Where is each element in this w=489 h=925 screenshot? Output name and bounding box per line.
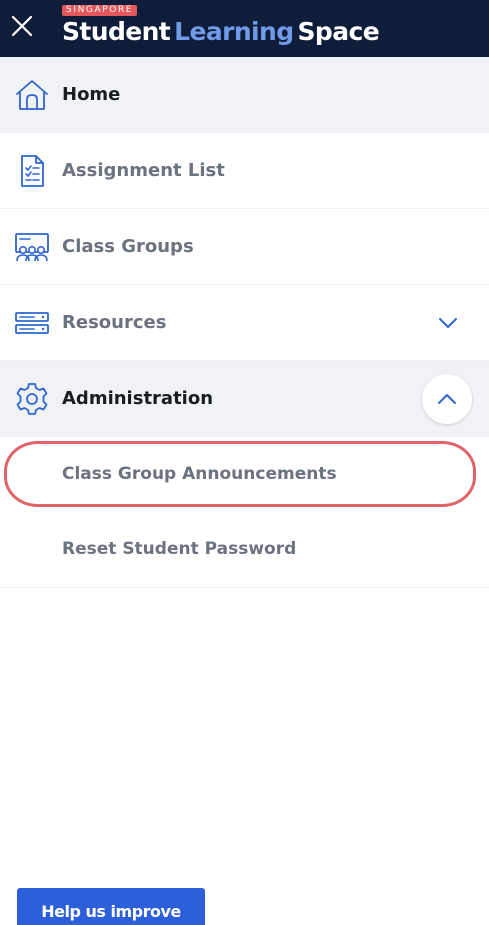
help-us-improve-button[interactable]: Help us improve bbox=[17, 888, 205, 925]
nav-item-class-groups[interactable]: Class Groups bbox=[0, 209, 489, 285]
close-menu-button[interactable] bbox=[8, 12, 36, 40]
nav-item-label: Class Groups bbox=[62, 236, 194, 257]
chevron-up-icon bbox=[438, 394, 456, 404]
brand-badge: SINGAPORE bbox=[62, 5, 138, 16]
gear-icon bbox=[16, 383, 48, 415]
class-groups-icon bbox=[15, 233, 49, 262]
assignment-list-icon bbox=[21, 155, 44, 187]
home-icon bbox=[16, 80, 48, 110]
collapse-administration-button[interactable] bbox=[422, 374, 472, 424]
nav-item-label: Home bbox=[62, 84, 121, 105]
nav-item-administration[interactable]: Administration bbox=[0, 361, 489, 437]
brand-word-student: Student bbox=[62, 17, 171, 46]
submenu-item-class-group-announcements[interactable]: Class Group Announcements bbox=[0, 437, 489, 512]
resources-icon bbox=[15, 312, 49, 334]
brand-title: Student Learning Space bbox=[62, 17, 380, 47]
nav-item-label: Assignment List bbox=[62, 160, 225, 181]
submenu-item-label: Reset Student Password bbox=[62, 539, 297, 559]
brand-word-learning: Learning bbox=[174, 17, 294, 46]
close-icon[interactable] bbox=[8, 12, 36, 40]
submenu-item-label: Class Group Announcements bbox=[62, 464, 337, 484]
brand-word-space: Space bbox=[297, 17, 380, 46]
nav-item-label: Resources bbox=[62, 312, 167, 333]
nav-item-assignment-list[interactable]: Assignment List bbox=[0, 133, 489, 209]
nav-item-label: Administration bbox=[62, 388, 214, 409]
app-header: SINGAPORE Student Learning Space bbox=[0, 0, 489, 57]
submenu-item-reset-student-password[interactable]: Reset Student Password bbox=[0, 512, 489, 588]
chevron-down-icon[interactable] bbox=[437, 312, 459, 334]
nav-item-home[interactable]: Home bbox=[0, 57, 489, 133]
nav-item-resources[interactable]: Resources bbox=[0, 285, 489, 361]
